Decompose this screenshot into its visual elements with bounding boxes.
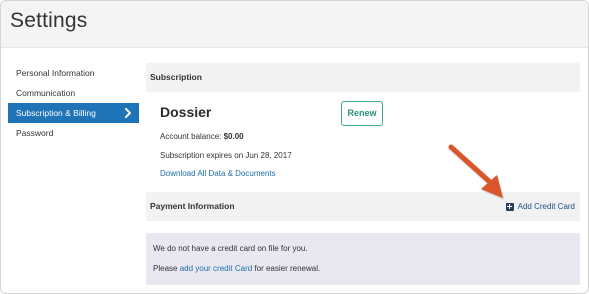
- notice-renewal-message: Please add your credit Card for easier r…: [153, 264, 320, 273]
- sidebar-item-password[interactable]: Password: [8, 123, 139, 143]
- balance-label: Account balance:: [160, 132, 222, 141]
- balance-value: $0.00: [223, 132, 244, 141]
- plus-square-icon: [505, 202, 514, 211]
- sidebar-item-label: Subscription & Billing: [16, 108, 96, 118]
- sidebar-item-label: Communication: [16, 88, 76, 98]
- main-content: Subscription Dossier Renew Account balan…: [146, 63, 580, 285]
- notice-message: We do not have a credit card on file for…: [153, 244, 308, 253]
- arrow-icon: [448, 144, 503, 198]
- notice-suffix: for easier renewal.: [254, 264, 321, 273]
- sidebar-item-subscription-billing[interactable]: Subscription & Billing: [8, 103, 139, 123]
- sidebar-item-label: Personal Information: [16, 68, 95, 78]
- settings-window: Settings Personal Information Communicat…: [0, 0, 589, 294]
- section-title: Subscription: [150, 72, 202, 82]
- renew-button[interactable]: Renew: [341, 101, 383, 126]
- subscription-section-header: Subscription: [146, 63, 580, 92]
- page-title: Settings: [10, 9, 88, 32]
- add-credit-card-label: Add Credit Card: [517, 202, 575, 211]
- payment-section-header: Payment Information Add Credit Card: [146, 192, 580, 221]
- add-credit-card-button[interactable]: Add Credit Card: [505, 192, 575, 221]
- plan-name: Dossier: [160, 104, 212, 120]
- credit-card-notice: We do not have a credit card on file for…: [146, 233, 580, 285]
- sidebar-item-personal-information[interactable]: Personal Information: [8, 63, 139, 83]
- sidebar-item-communication[interactable]: Communication: [8, 83, 139, 103]
- notice-prefix: Please: [153, 264, 178, 273]
- account-balance: Account balance: $0.00: [160, 132, 244, 141]
- chevron-right-icon: [125, 108, 131, 118]
- download-data-link[interactable]: Download All Data & Documents: [160, 169, 276, 178]
- section-title: Payment Information: [150, 201, 235, 211]
- page-header: Settings: [1, 1, 588, 48]
- add-credit-card-link[interactable]: add your credit Card: [180, 264, 252, 273]
- sidebar-item-label: Password: [16, 128, 54, 138]
- subscription-expiry: Subscription expires on Jun 28, 2017: [160, 151, 292, 160]
- sidebar: Personal Information Communication Subsc…: [8, 63, 139, 143]
